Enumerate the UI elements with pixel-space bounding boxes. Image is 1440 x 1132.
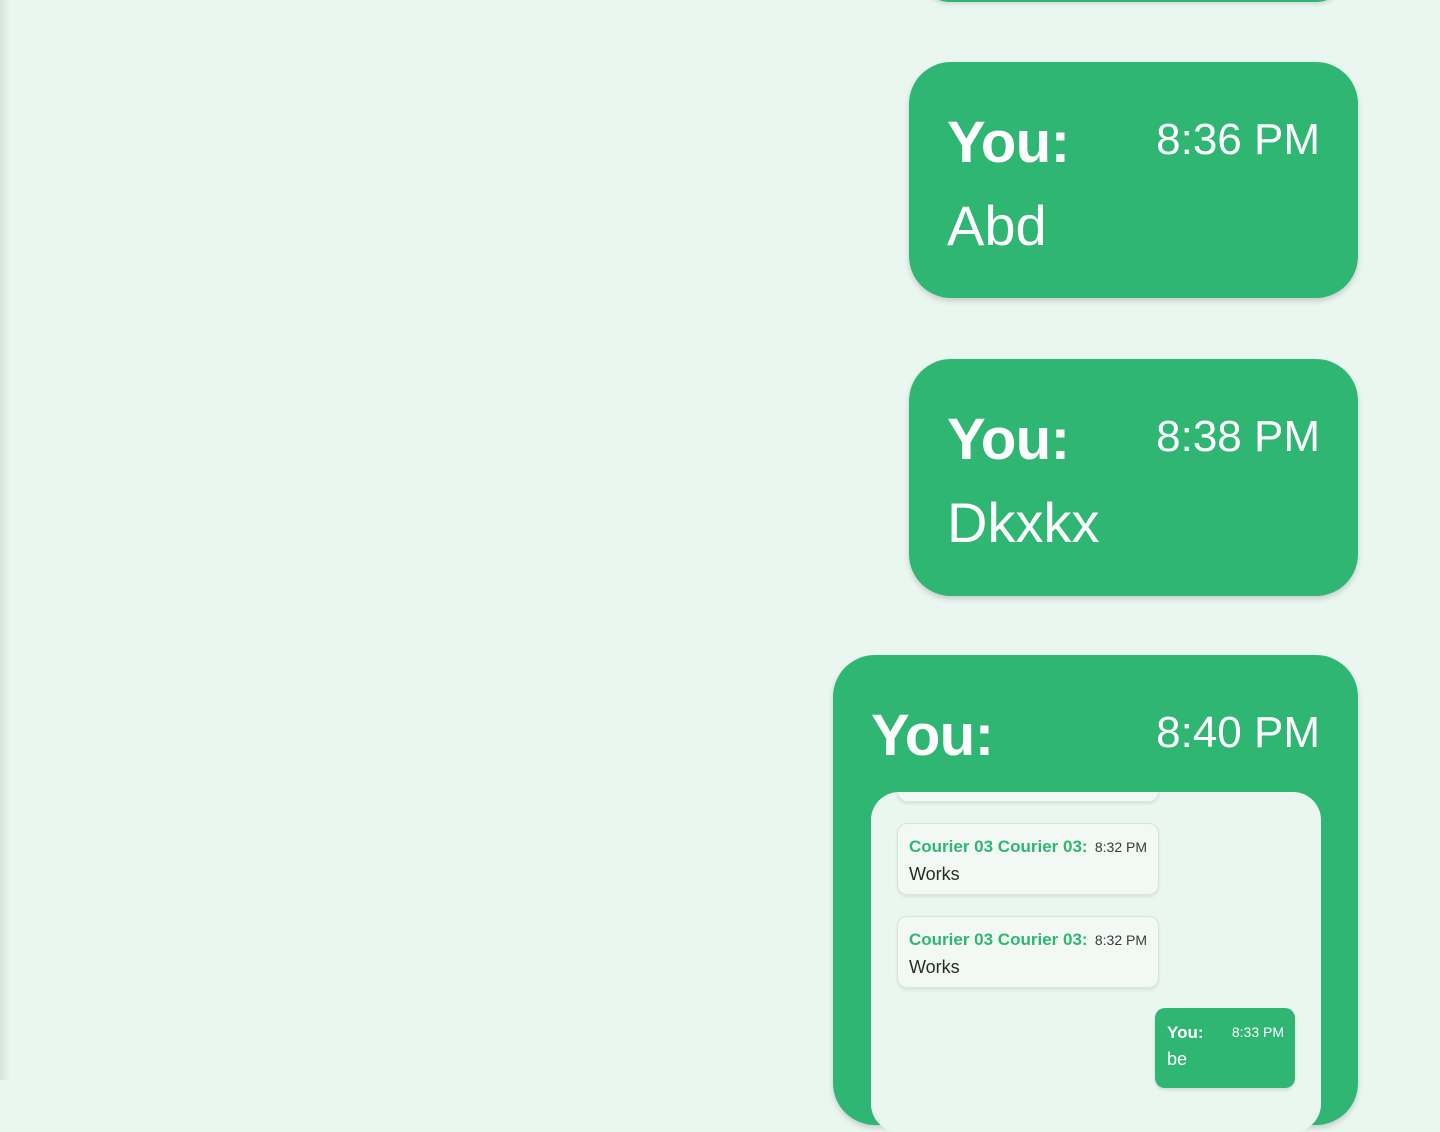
embedded-message-text: Works	[909, 957, 960, 977]
message-bubble-partial[interactable]	[918, 0, 1348, 2]
left-edge-shadow	[0, 0, 10, 1080]
embedded-message-sender: Courier 03 Courier 03:	[909, 930, 1088, 949]
message-text: Dkxkx	[947, 491, 1100, 554]
message-text: Abd	[947, 194, 1047, 257]
message-time: 8:36 PM	[1156, 115, 1320, 164]
embedded-message-time: 8:32 PM	[1094, 932, 1147, 948]
embedded-message-time: 8:33 PM	[1231, 1024, 1284, 1040]
embedded-message-text: be	[1167, 1049, 1188, 1069]
message-time: 8:40 PM	[1156, 708, 1320, 757]
attached-screenshot-image[interactable]: Courier 03 Courier 03: 8:32 PM Works Cou…	[871, 792, 1321, 1132]
embedded-message-sender: You:	[1167, 1023, 1204, 1042]
embedded-message-outgoing: You: 8:33 PM be	[1155, 1008, 1295, 1088]
embedded-message-time: 8:32 PM	[1094, 839, 1147, 855]
message-sender: You:	[871, 703, 994, 768]
message-time: 8:38 PM	[1156, 412, 1320, 461]
embedded-message-partial	[897, 792, 1159, 802]
embedded-message-incoming: Courier 03 Courier 03: 8:32 PM Works	[897, 823, 1159, 895]
message-bubble-outgoing[interactable]: You: 8:36 PM Abd	[909, 62, 1358, 298]
message-bubble-outgoing[interactable]: You: 8:38 PM Dkxkx	[909, 359, 1358, 596]
embedded-message-sender: Courier 03 Courier 03:	[909, 837, 1088, 856]
message-bubble-outgoing-with-image[interactable]: You: 8:40 PM Courier 03 Courier 03: 8:32…	[833, 655, 1358, 1132]
message-sender: You:	[947, 407, 1070, 472]
message-sender: You:	[947, 110, 1070, 175]
embedded-message-text: Works	[909, 864, 960, 884]
embedded-message-incoming: Courier 03 Courier 03: 8:32 PM Works	[897, 916, 1159, 988]
